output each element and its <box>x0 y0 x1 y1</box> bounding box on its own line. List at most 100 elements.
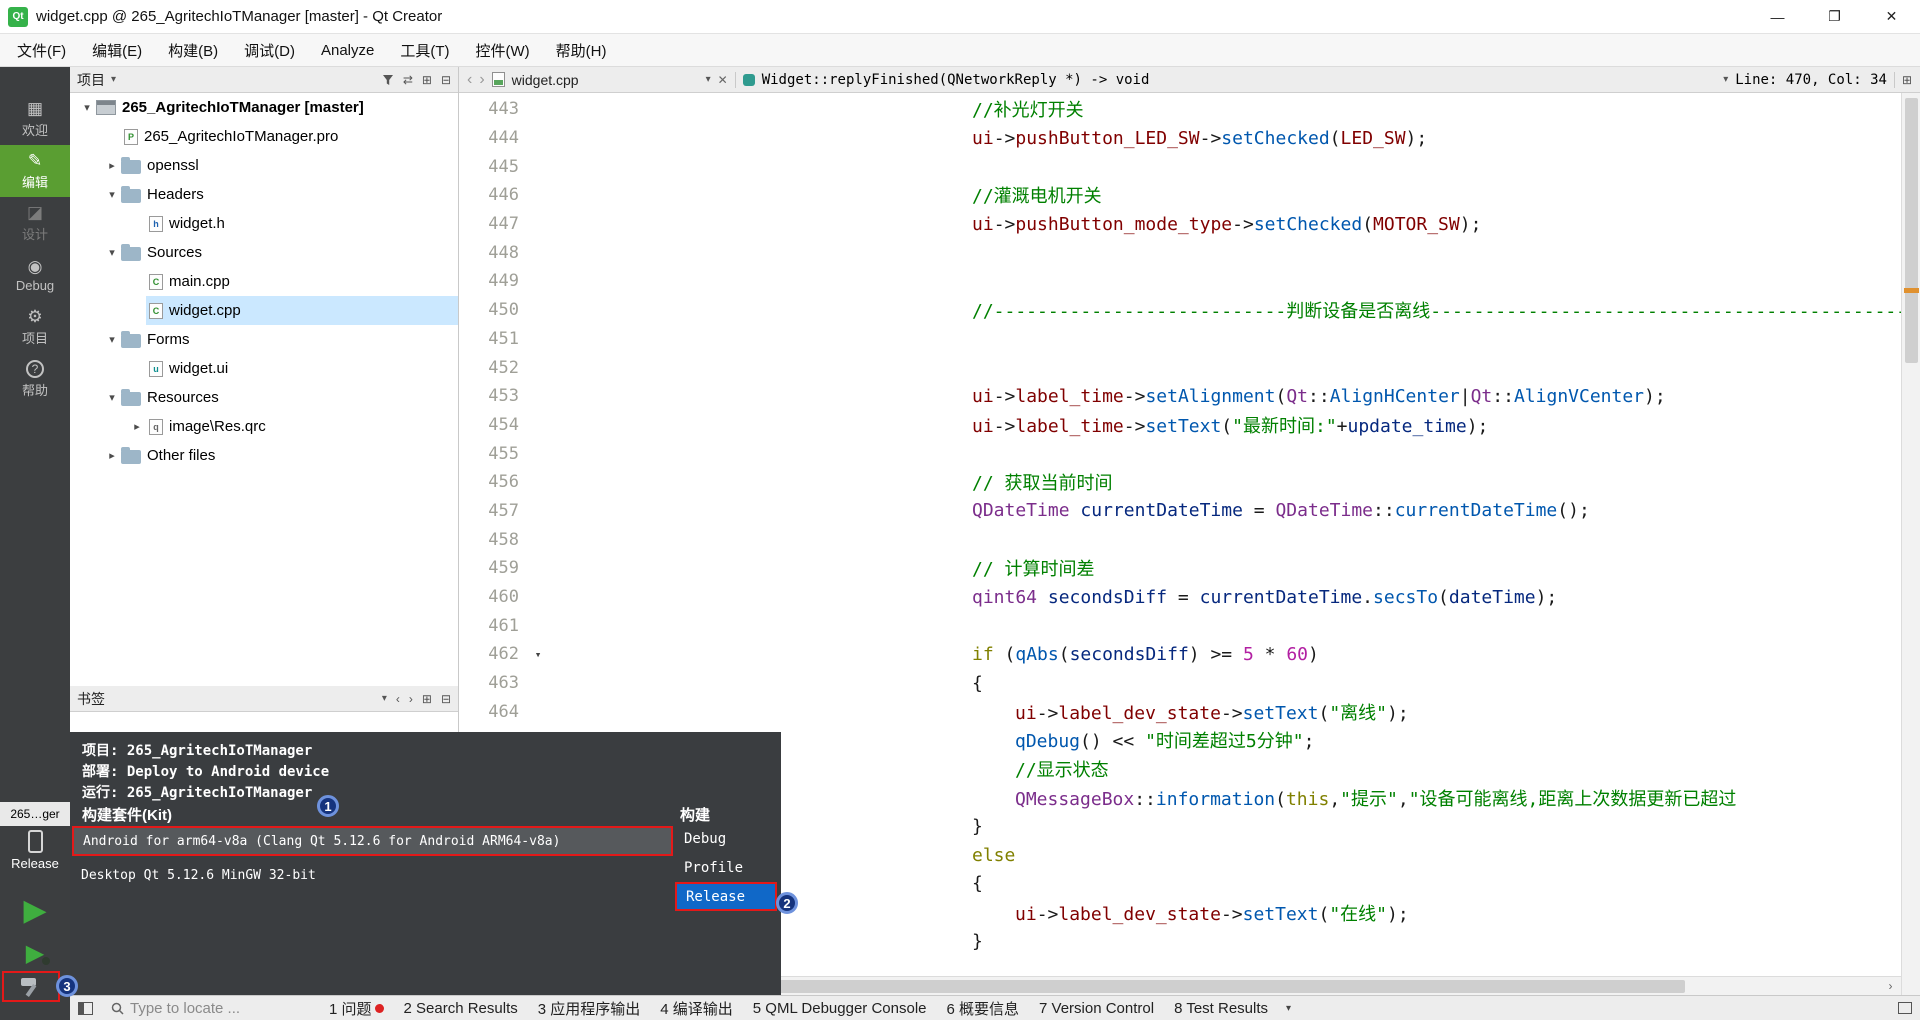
output-pane-button[interactable]: 3 应用程序输出 <box>538 998 641 1019</box>
tree-item[interactable]: ▸Other files <box>70 441 458 470</box>
run-button[interactable]: ▶ <box>0 889 70 931</box>
output-pane-button[interactable]: 8 Test Results <box>1174 1000 1268 1017</box>
current-symbol[interactable]: Widget::replyFinished(QNetworkReply *) -… <box>762 72 1150 88</box>
mode-help[interactable]: ?帮助 <box>0 353 70 405</box>
token: -> <box>1200 128 1222 149</box>
sidebar-toggle-icon[interactable] <box>78 1002 93 1015</box>
code-text: //---------------------------判断设备是否离线---… <box>549 297 1920 323</box>
tree-item[interactable]: hwidget.h <box>70 209 458 238</box>
output-pane-button[interactable]: 7 Version Control <box>1039 1000 1154 1017</box>
build-option[interactable]: Debug <box>675 824 777 853</box>
open-document-name[interactable]: widget.cpp <box>512 72 579 88</box>
tree-item-body: openssl <box>121 151 458 180</box>
chevron-down-icon[interactable]: ▾ <box>103 333 121 346</box>
tree-item[interactable]: ▾Resources <box>70 383 458 412</box>
tree-item[interactable]: ▸qimage\Res.qrc <box>70 412 458 441</box>
mode-design[interactable]: ◪设计 <box>0 197 70 249</box>
mode-projects[interactable]: ⚙项目 <box>0 301 70 353</box>
token: label_time <box>1015 416 1123 437</box>
chevron-right-icon[interactable]: ▸ <box>103 449 121 462</box>
build-option[interactable]: Release <box>675 882 777 911</box>
kit-option[interactable]: Android for arm64-v8a (Clang Qt 5.12.6 f… <box>72 826 673 856</box>
token: ); <box>1644 386 1666 407</box>
minimize-button[interactable]: — <box>1749 0 1806 33</box>
tree-item-body: Cwidget.cpp <box>146 296 458 325</box>
next-bookmark-icon[interactable]: › <box>409 692 413 706</box>
back-icon[interactable]: ‹ <box>467 71 472 89</box>
line-number: 445 <box>459 157 527 177</box>
maximize-button[interactable]: ❐ <box>1806 0 1863 33</box>
chevron-down-icon[interactable]: ▾ <box>103 246 121 259</box>
output-pane-button[interactable]: 4 编译输出 <box>660 998 733 1019</box>
tree-item[interactable]: ▾Sources <box>70 238 458 267</box>
mode-welcome[interactable]: ▦欢迎 <box>0 93 70 145</box>
split-editor-icon[interactable]: ⊞ <box>1902 73 1912 87</box>
menu-item[interactable]: 文件(F) <box>4 34 79 66</box>
file-letter: C <box>153 306 160 316</box>
chevron-right-icon[interactable]: ▸ <box>103 159 121 172</box>
token: -> <box>1037 904 1059 925</box>
output-pane-button[interactable]: 2 Search Results <box>404 1000 518 1017</box>
close-pane-icon[interactable]: ⊟ <box>441 692 451 706</box>
mode-debug[interactable]: ◉Debug <box>0 249 70 301</box>
prev-bookmark-icon[interactable]: ‹ <box>396 692 400 706</box>
close-button[interactable]: ✕ <box>1863 0 1920 33</box>
token: "最新时间:" <box>1232 416 1337 437</box>
chevron-down-icon[interactable]: ▾ <box>706 74 711 85</box>
close-pane-icon[interactable]: ⊟ <box>441 73 451 87</box>
menu-item[interactable]: 工具(T) <box>387 34 462 66</box>
vertical-scrollbar-thumb[interactable] <box>1905 98 1918 363</box>
menu-item[interactable]: 编辑(E) <box>79 34 155 66</box>
chevron-right-icon[interactable]: ▸ <box>128 420 146 433</box>
forward-icon[interactable]: › <box>479 71 484 89</box>
split-pane-icon[interactable]: ⊞ <box>422 73 432 87</box>
close-document-icon[interactable]: ✕ <box>718 73 728 87</box>
output-window-icon[interactable] <box>1898 1002 1912 1014</box>
tree-item[interactable]: Cwidget.cpp <box>70 296 458 325</box>
target-project-name[interactable]: 265…ger <box>0 802 70 826</box>
token: | <box>1460 386 1471 407</box>
edit-icon: ✎ <box>28 152 42 170</box>
filter-funnel-icon[interactable] <box>382 74 394 86</box>
design-icon: ◪ <box>27 204 43 222</box>
tree-item[interactable]: ▾Forms <box>70 325 458 354</box>
output-pane-toggle-icon[interactable]: ▾ <box>1286 1003 1291 1014</box>
menu-item[interactable]: 调试(D) <box>231 34 308 66</box>
menu-item[interactable]: 帮助(H) <box>543 34 620 66</box>
kit-option[interactable]: Desktop Qt 5.12.6 MinGW 32-bit <box>72 860 673 890</box>
menu-item[interactable]: 控件(W) <box>463 34 543 66</box>
tree-item[interactable]: ▾Headers <box>70 180 458 209</box>
sync-with-editor-icon[interactable]: ⇄ <box>403 73 413 87</box>
tree-item[interactable]: P265_AgritechIoTManager.pro <box>70 122 458 151</box>
chevron-down-icon[interactable]: ▾ <box>103 188 121 201</box>
tree-item[interactable]: ▾265_AgritechIoTManager [master] <box>70 93 458 122</box>
line-number: 446 <box>459 185 527 205</box>
chevron-down-icon[interactable]: ▾ <box>103 391 121 404</box>
fold-marker-icon[interactable]: ▾ <box>527 648 549 661</box>
token: ); <box>1387 703 1409 724</box>
tree-item[interactable]: Cmain.cpp <box>70 267 458 296</box>
target-kit-selector[interactable]: Release <box>0 828 70 884</box>
build-option[interactable]: Profile <box>675 853 777 882</box>
code-line: 460qint64 secondsDiff = currentDateTime.… <box>459 583 1920 612</box>
tree-item[interactable]: uwidget.ui <box>70 354 458 383</box>
menu-item[interactable]: Analyze <box>308 34 387 66</box>
mode-edit[interactable]: ✎编辑 <box>0 145 70 197</box>
scroll-right-icon[interactable]: › <box>1882 977 1899 995</box>
run-debug-button[interactable]: ▶ <box>0 935 70 971</box>
folder-icon <box>121 392 141 406</box>
chevron-down-icon[interactable]: ▾ <box>1723 74 1728 85</box>
tree-item[interactable]: ▸openssl <box>70 151 458 180</box>
output-pane-button[interactable]: 5 QML Debugger Console <box>753 1000 927 1017</box>
menu-item[interactable]: 构建(B) <box>155 34 231 66</box>
tree-item-body: Cmain.cpp <box>146 267 458 296</box>
locate-input[interactable]: Type to locate ... <box>111 1000 311 1017</box>
split-pane-icon[interactable]: ⊞ <box>422 692 432 706</box>
output-pane-button[interactable]: 6 概要信息 <box>947 998 1020 1019</box>
chevron-down-icon[interactable]: ▾ <box>111 74 116 85</box>
tree-item-body: Other files <box>121 441 458 470</box>
output-pane-button[interactable]: 1 问题 <box>329 998 384 1019</box>
chevron-down-icon[interactable]: ▾ <box>382 693 387 704</box>
vertical-scrollbar[interactable] <box>1901 93 1920 995</box>
chevron-down-icon[interactable]: ▾ <box>78 101 96 114</box>
